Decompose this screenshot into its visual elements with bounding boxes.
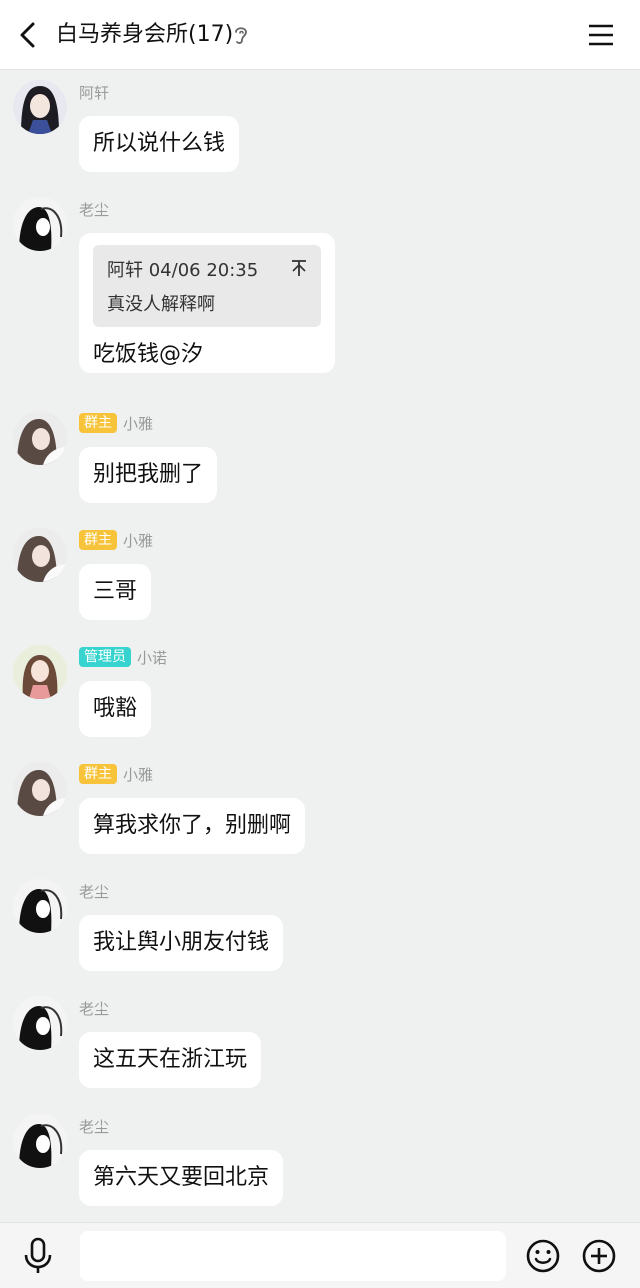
sender-name[interactable]: 小雅 xyxy=(123,413,153,434)
plus-button[interactable] xyxy=(581,1238,617,1274)
avatar[interactable] xyxy=(13,645,67,699)
quote-header: 阿轩 04/06 20:35 xyxy=(107,260,259,281)
owner-badge: 群主 xyxy=(79,413,117,433)
message-input[interactable] xyxy=(80,1231,506,1281)
message-bubble[interactable]: 所以说什么钱 xyxy=(79,116,240,172)
emoji-button[interactable] xyxy=(525,1238,561,1274)
input-bar xyxy=(0,1222,640,1288)
admin-badge: 管理员 xyxy=(79,647,131,667)
chat-message: 老尘 这五天在浙江玩 xyxy=(0,986,640,1103)
avatar[interactable] xyxy=(13,411,67,465)
sender-name[interactable]: 小雅 xyxy=(123,764,153,785)
chat-message: 管理员 小诺 哦豁 xyxy=(0,635,640,752)
group-title[interactable]: 白马养身会所(17) xyxy=(56,20,233,50)
quoted-message[interactable]: 阿轩 04/06 20:35 真没人解释啊 xyxy=(93,245,321,327)
sender-name[interactable]: 小诺 xyxy=(137,647,167,668)
message-bubble[interactable]: 第六天又要回北京 xyxy=(79,1150,284,1206)
microphone-button[interactable] xyxy=(22,1237,54,1275)
message-bubble[interactable]: 这五天在浙江玩 xyxy=(79,1032,262,1088)
menu-button[interactable] xyxy=(586,20,616,50)
avatar[interactable] xyxy=(13,762,67,816)
jump-to-quote-icon[interactable] xyxy=(291,259,307,277)
avatar[interactable] xyxy=(13,996,67,1050)
back-button[interactable] xyxy=(14,19,42,51)
sender-name[interactable]: 阿轩 xyxy=(79,82,109,103)
chat-message: 群主 小雅 别把我删了 xyxy=(0,401,640,518)
message-bubble[interactable]: 哦豁 xyxy=(79,681,152,737)
sender-name[interactable]: 老尘 xyxy=(79,1116,109,1137)
message-bubble[interactable]: 阿轩 04/06 20:35 真没人解释啊 吃饭钱@汐 xyxy=(79,233,335,373)
chat-message: 群主 小雅 三哥 xyxy=(0,518,640,635)
avatar[interactable] xyxy=(13,1114,67,1168)
message-bubble[interactable]: 算我求你了，别删啊 xyxy=(79,798,306,854)
sender-name[interactable]: 小雅 xyxy=(123,530,153,551)
avatar[interactable] xyxy=(13,879,67,933)
avatar[interactable] xyxy=(13,528,67,582)
owner-badge: 群主 xyxy=(79,530,117,550)
owner-badge: 群主 xyxy=(79,764,117,784)
chat-header: 白马养身会所(17) xyxy=(0,0,640,70)
avatar[interactable] xyxy=(13,80,67,134)
message-text: 吃饭钱@汐 xyxy=(93,342,204,367)
message-bubble[interactable]: 三哥 xyxy=(79,564,152,620)
chat-message: 老尘 我让舆小朋友付钱 xyxy=(0,869,640,986)
chat-message: 老尘 第六天又要回北京 xyxy=(0,1104,640,1221)
chat-message: 群主 小雅 算我求你了，别删啊 xyxy=(0,752,640,869)
message-bubble[interactable]: 别把我删了 xyxy=(79,447,218,503)
chat-message: 阿轩 所以说什么钱 xyxy=(0,70,640,187)
sender-name[interactable]: 老尘 xyxy=(79,998,109,1019)
chat-message: 老尘 阿轩 04/06 20:35 真没人解释啊 吃饭钱@汐 xyxy=(0,187,640,401)
message-bubble[interactable]: 我让舆小朋友付钱 xyxy=(79,915,284,971)
avatar[interactable] xyxy=(13,197,67,251)
sender-name[interactable]: 老尘 xyxy=(79,881,109,902)
quote-text: 真没人解释啊 xyxy=(107,294,215,315)
sender-name[interactable]: 老尘 xyxy=(79,199,109,220)
ear-icon[interactable] xyxy=(232,24,250,46)
